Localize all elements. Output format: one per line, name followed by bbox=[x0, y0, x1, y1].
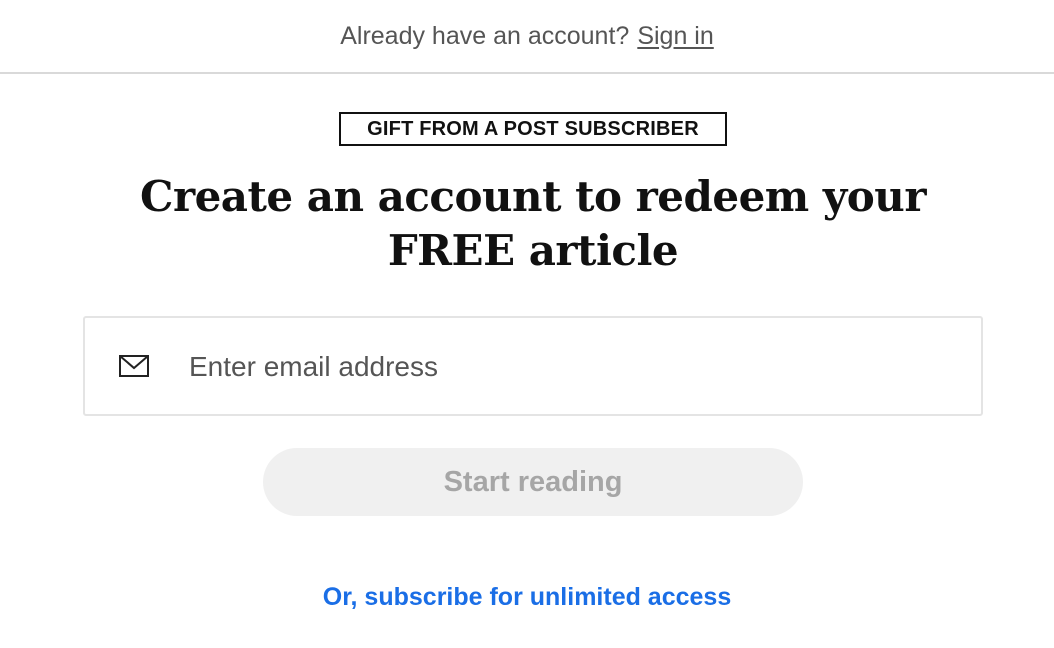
start-reading-button[interactable]: Start reading bbox=[263, 448, 803, 516]
page-title: Create an account to redeem your FREE ar… bbox=[140, 172, 926, 275]
mail-icon bbox=[119, 355, 149, 377]
signin-prompt: Already have an account? bbox=[340, 21, 630, 50]
email-field[interactable] bbox=[83, 316, 983, 416]
gift-badge: GIFT FROM A POST SUBSCRIBER bbox=[339, 112, 727, 146]
email-input[interactable] bbox=[189, 340, 949, 394]
subscribe-link[interactable]: Or, subscribe for unlimited access bbox=[0, 583, 1054, 612]
signin-link[interactable]: Sign in bbox=[637, 22, 713, 51]
signin-bar: Already have an account? Sign in bbox=[0, 0, 1054, 74]
